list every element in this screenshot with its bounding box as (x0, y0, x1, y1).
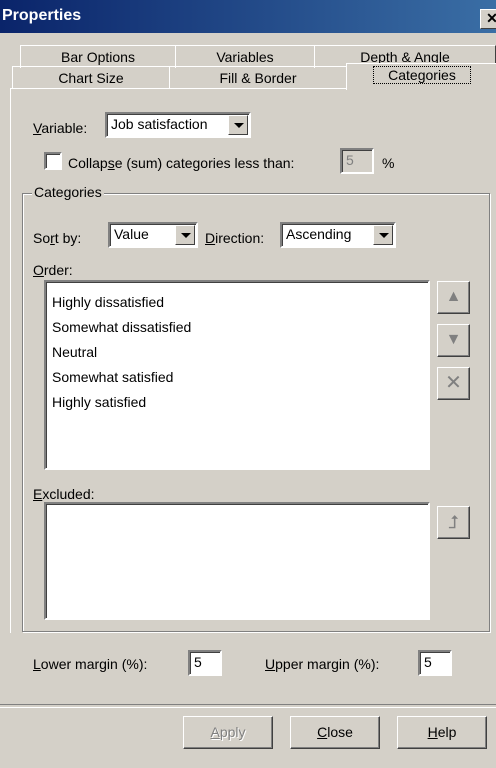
categories-group-title: Categories (32, 184, 104, 200)
help-button[interactable]: Help (397, 716, 487, 749)
upper-margin-label: Upper margin (%): (265, 656, 380, 672)
sort-by-label: Sort by: (33, 230, 82, 246)
lower-margin-label: Lower margin (%): (33, 656, 148, 672)
list-item[interactable]: Somewhat satisfied (52, 369, 173, 385)
collapse-label: Collapse (sum) categories less than: (68, 155, 295, 171)
return-arrow-icon: ⮥ (448, 512, 459, 532)
direction-select[interactable]: Ascending (280, 222, 396, 248)
list-item[interactable]: Highly satisfied (52, 394, 146, 410)
tab-bar-options[interactable]: Bar Options (20, 45, 176, 68)
tab-categories[interactable]: Categories (346, 63, 496, 90)
chevron-down-icon[interactable] (373, 225, 393, 245)
exclude-button[interactable]: ✕ (437, 367, 470, 400)
collapse-checkbox[interactable] (44, 152, 62, 170)
order-label: Order: (33, 262, 73, 278)
title-bar: Properties ✕ (0, 0, 496, 33)
tab-chart-size[interactable]: Chart Size (12, 66, 170, 89)
close-icon: ✕ (486, 10, 496, 26)
tab-fill-border[interactable]: Fill & Border (169, 66, 347, 89)
variable-select[interactable]: Job satisfaction (105, 112, 251, 138)
excluded-label: Excluded: (33, 486, 95, 502)
order-list[interactable]: Highly dissatisfied Somewhat dissatisfie… (44, 280, 430, 470)
list-item[interactable]: Highly dissatisfied (52, 294, 164, 310)
sort-by-select[interactable]: Value (108, 222, 198, 248)
separator (0, 704, 496, 708)
close-button[interactable]: Close (290, 716, 380, 749)
percent-label: % (382, 155, 395, 171)
move-up-button[interactable]: ▲ (437, 281, 470, 314)
collapse-threshold-input[interactable]: 5 (340, 148, 374, 174)
triangle-up-icon: ▲ (445, 288, 462, 305)
chevron-down-icon[interactable] (175, 225, 195, 245)
excluded-list[interactable] (44, 502, 430, 620)
triangle-down-icon: ▼ (445, 331, 462, 348)
upper-margin-input[interactable]: 5 (418, 650, 452, 676)
window-title: Properties (2, 7, 82, 24)
lower-margin-input[interactable]: 5 (188, 650, 222, 676)
restore-button[interactable]: ⮥ (437, 506, 470, 539)
chevron-down-icon[interactable] (228, 115, 248, 135)
x-icon: ✕ (445, 372, 462, 394)
list-item[interactable]: Neutral (52, 344, 97, 360)
move-down-button[interactable]: ▼ (437, 324, 470, 357)
list-item[interactable]: Somewhat dissatisfied (52, 319, 191, 335)
close-window-button[interactable]: ✕ (480, 9, 496, 29)
tab-variables[interactable]: Variables (175, 45, 315, 68)
apply-button[interactable]: Apply (183, 716, 273, 749)
variable-label: Variable: (33, 120, 88, 136)
direction-label: Direction: (205, 230, 265, 246)
